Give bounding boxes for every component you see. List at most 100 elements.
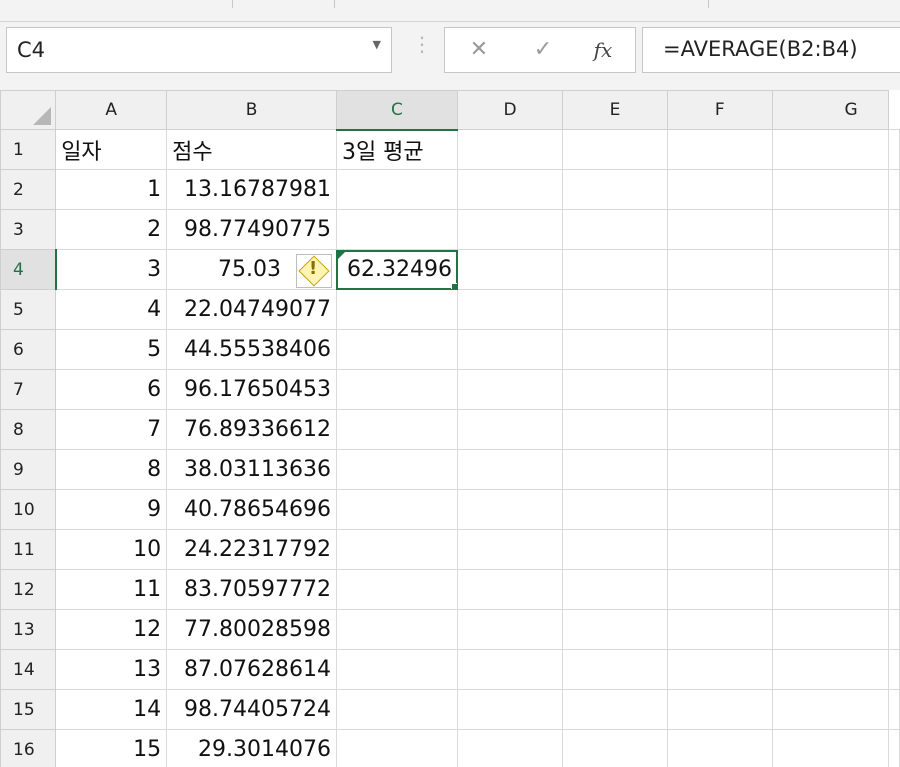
cell-a[interactable]: 2 bbox=[55, 209, 168, 250]
row-header[interactable]: 2 bbox=[0, 169, 57, 210]
row-header[interactable]: 14 bbox=[0, 649, 57, 690]
cell-e[interactable] bbox=[562, 529, 668, 570]
cell-c[interactable] bbox=[335, 329, 459, 370]
cell-b[interactable]: 29.3014076 bbox=[166, 729, 337, 767]
cell-b[interactable]: 83.70597772 bbox=[166, 569, 337, 610]
active-cell[interactable]: 62.32496 bbox=[335, 249, 459, 290]
cell-d[interactable] bbox=[456, 489, 564, 530]
cell-e[interactable] bbox=[562, 169, 668, 210]
cell-f[interactable] bbox=[666, 489, 773, 530]
cell-g[interactable] bbox=[771, 209, 890, 250]
cell-e[interactable] bbox=[562, 289, 668, 330]
cell-d[interactable] bbox=[456, 409, 564, 450]
cell-f[interactable] bbox=[666, 369, 773, 410]
cell-f[interactable] bbox=[666, 529, 773, 570]
cell-a[interactable]: 7 bbox=[55, 409, 168, 450]
error-check-button[interactable]: ! bbox=[296, 254, 332, 288]
chevron-down-icon[interactable]: ▼ bbox=[373, 38, 381, 51]
cell-h[interactable] bbox=[888, 329, 900, 370]
cell-h[interactable] bbox=[888, 729, 900, 767]
column-header-g[interactable]: G bbox=[771, 90, 890, 130]
row-header[interactable]: 5 bbox=[0, 289, 57, 330]
cell-b[interactable]: 98.77490775 bbox=[166, 209, 337, 250]
cell-b[interactable]: 76.89336612 bbox=[166, 409, 337, 450]
cell-g[interactable] bbox=[771, 489, 890, 530]
cell-h[interactable] bbox=[888, 449, 900, 490]
cell-a[interactable]: 9 bbox=[55, 489, 168, 530]
cell-c[interactable] bbox=[335, 449, 459, 490]
cell-e[interactable] bbox=[562, 409, 668, 450]
row-header[interactable]: 3 bbox=[0, 209, 57, 250]
cell-c[interactable] bbox=[335, 489, 459, 530]
cell-a[interactable]: 3 bbox=[55, 249, 168, 290]
cell-d[interactable] bbox=[456, 249, 564, 290]
cell-a[interactable]: 12 bbox=[55, 609, 168, 650]
cell-g[interactable] bbox=[771, 249, 890, 290]
cell-f[interactable] bbox=[666, 729, 773, 767]
cell-g[interactable] bbox=[771, 729, 890, 767]
cell-g[interactable] bbox=[771, 689, 890, 730]
cell-d[interactable] bbox=[456, 329, 564, 370]
cell-g[interactable] bbox=[771, 369, 890, 410]
cell-a[interactable]: 15 bbox=[55, 729, 168, 767]
formula-input[interactable]: =AVERAGE(B2:B4) bbox=[642, 27, 900, 73]
cell-b[interactable]: 77.80028598 bbox=[166, 609, 337, 650]
cell-a[interactable]: 6 bbox=[55, 369, 168, 410]
cell-a[interactable]: 4 bbox=[55, 289, 168, 330]
cell-d[interactable] bbox=[456, 129, 564, 170]
cell-g[interactable] bbox=[771, 289, 890, 330]
cell-e[interactable] bbox=[562, 449, 668, 490]
row-header[interactable]: 12 bbox=[0, 569, 57, 610]
cell-h[interactable] bbox=[888, 689, 900, 730]
cell-e[interactable] bbox=[562, 489, 668, 530]
cell-h[interactable] bbox=[888, 529, 900, 570]
row-header[interactable]: 9 bbox=[0, 449, 57, 490]
cell-d[interactable] bbox=[456, 729, 564, 767]
cell-d[interactable] bbox=[456, 449, 564, 490]
select-all-corner[interactable] bbox=[0, 90, 57, 130]
cell-h[interactable] bbox=[888, 409, 900, 450]
cell-f[interactable] bbox=[666, 329, 773, 370]
cell-a[interactable]: 13 bbox=[55, 649, 168, 690]
cell-h[interactable] bbox=[888, 569, 900, 610]
cell-b[interactable]: 87.07628614 bbox=[166, 649, 337, 690]
cell-f[interactable] bbox=[666, 409, 773, 450]
cell-h[interactable] bbox=[888, 649, 900, 690]
cell-g[interactable] bbox=[771, 529, 890, 570]
cell-e[interactable] bbox=[562, 209, 668, 250]
row-header[interactable]: 6 bbox=[0, 329, 57, 370]
cell-a[interactable]: 5 bbox=[55, 329, 168, 370]
cell-g[interactable] bbox=[771, 449, 890, 490]
cell-f[interactable] bbox=[666, 649, 773, 690]
cell-e[interactable] bbox=[562, 329, 668, 370]
grip-icon[interactable]: ⋮ bbox=[412, 32, 432, 56]
cell-b[interactable]: 98.74405724 bbox=[166, 689, 337, 730]
check-icon[interactable]: ✓ bbox=[523, 33, 563, 67]
cell-h[interactable] bbox=[888, 609, 900, 650]
row-header[interactable]: 11 bbox=[0, 529, 57, 570]
cell-d[interactable] bbox=[456, 169, 564, 210]
row-header[interactable]: 8 bbox=[0, 409, 57, 450]
cell-a[interactable]: 11 bbox=[55, 569, 168, 610]
cell-f[interactable] bbox=[666, 609, 773, 650]
cell-b[interactable]: 22.04749077 bbox=[166, 289, 337, 330]
cell-h[interactable] bbox=[888, 129, 900, 170]
cell-e[interactable] bbox=[562, 609, 668, 650]
cell-f[interactable] bbox=[666, 569, 773, 610]
row-header[interactable]: 7 bbox=[0, 369, 57, 410]
cell-f[interactable] bbox=[666, 289, 773, 330]
cell-c[interactable] bbox=[335, 569, 459, 610]
cell-h[interactable] bbox=[888, 289, 900, 330]
cell-b[interactable]: 96.17650453 bbox=[166, 369, 337, 410]
cell-h[interactable] bbox=[888, 369, 900, 410]
column-header-d[interactable]: D bbox=[456, 90, 564, 130]
column-header-a[interactable]: A bbox=[55, 90, 168, 130]
cell-g[interactable] bbox=[771, 169, 890, 210]
cell-b[interactable]: 점수 bbox=[166, 129, 337, 170]
cell-g[interactable] bbox=[771, 409, 890, 450]
cell-e[interactable] bbox=[562, 569, 668, 610]
cell-b[interactable]: 44.55538406 bbox=[166, 329, 337, 370]
insert-function-button[interactable]: fx bbox=[583, 33, 623, 67]
cell-f[interactable] bbox=[666, 209, 773, 250]
cell-c[interactable] bbox=[335, 689, 459, 730]
